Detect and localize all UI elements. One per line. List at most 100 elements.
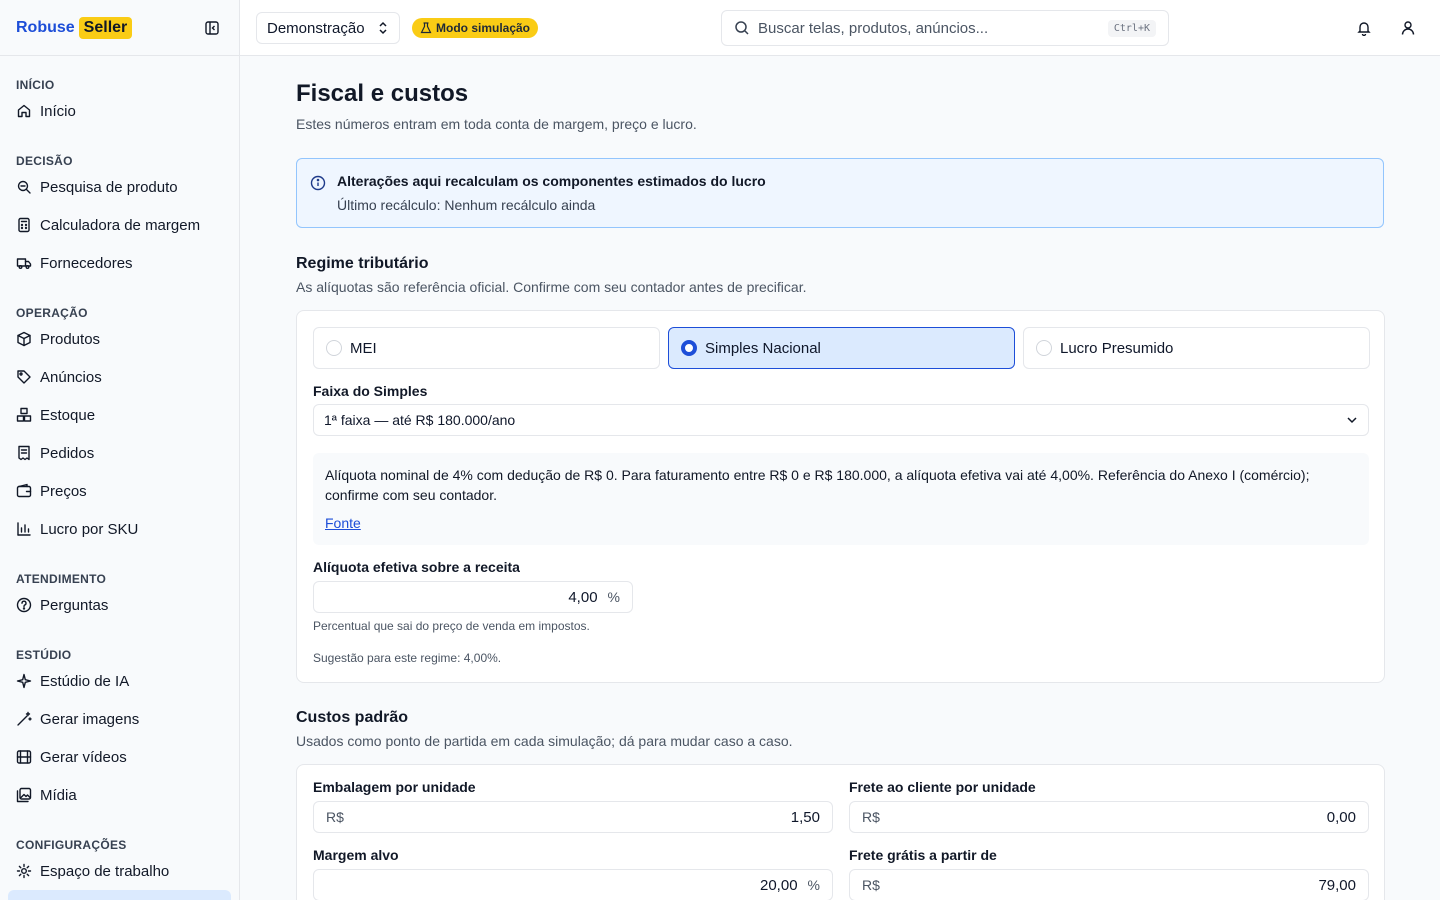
chevrons-up-down-icon xyxy=(379,21,387,35)
aliquota-hint: Percentual que sai do preço de venda em … xyxy=(313,619,590,633)
sidebar-item-label: Gerar vídeos xyxy=(40,748,127,766)
costs-card: Embalagem por unidade R$ 1,50 Frete ao c… xyxy=(296,764,1385,900)
nav-section-title: ESTÚDIO xyxy=(16,648,72,662)
frete-prefix: R$ xyxy=(862,809,880,825)
boxes-icon xyxy=(16,407,32,423)
source-link[interactable]: Fonte xyxy=(325,513,361,533)
sidebar-nav: INÍCIO Início DECISÃO Pesquisa de produto Ca… xyxy=(0,56,239,900)
sidebar-item-label: Mídia xyxy=(40,786,77,804)
sidebar-item-label: Lucro por SKU xyxy=(40,520,139,538)
topbar: Demonstração Modo simulação Ctrl+K xyxy=(240,0,1440,56)
radio-button[interactable] xyxy=(681,340,697,356)
regime-section-title: Regime tributário xyxy=(296,255,429,272)
sidebar-item-label: Calculadora de margem xyxy=(40,216,201,234)
sidebar-item-pedidos[interactable]: Pedidos xyxy=(8,434,231,472)
main-content: Fiscal e custos Estes números entram em … xyxy=(240,56,1440,900)
sidebar-item-estoque[interactable]: Estoque xyxy=(8,396,231,434)
sidebar: Robuse Seller INÍCIO Início DECISÃO Pesquis… xyxy=(0,0,240,900)
brand-logo[interactable]: Robuse Seller xyxy=(16,16,133,39)
sidebar-item-label: Perguntas xyxy=(40,596,109,614)
regime-option-label: Lucro Presumido xyxy=(1060,339,1174,357)
embalagem-label: Embalagem por unidade xyxy=(313,779,476,795)
frete-input[interactable]: R$ 0,00 xyxy=(849,801,1369,833)
aliquota-suggestion: Sugestão para este regime: 4,00%. xyxy=(313,651,502,665)
workspace-select[interactable]: Demonstração xyxy=(256,12,400,44)
simulation-badge: Modo simulação xyxy=(412,18,539,38)
sidebar-item-anuncios[interactable]: Anúncios xyxy=(8,358,231,396)
bar-chart-icon xyxy=(16,521,32,537)
sidebar-item-label: Preços xyxy=(40,482,87,500)
nav-section-title: OPERAÇÃO xyxy=(16,306,88,320)
regime-option-mei[interactable]: MEI xyxy=(313,327,660,369)
regime-section-desc: As alíquotas são referência oficial. Con… xyxy=(296,279,807,295)
sidebar-item-fornecedores[interactable]: Fornecedores xyxy=(8,244,231,282)
search-shortcut: Ctrl+K xyxy=(1107,19,1156,37)
images-icon xyxy=(16,787,32,803)
margem-input[interactable]: 20,00 % xyxy=(313,869,833,900)
frete-gratis-value: 79,00 xyxy=(1318,876,1356,894)
sidebar-item-label: Pesquisa de produto xyxy=(40,178,178,196)
sidebar-item-gerar-videos[interactable]: Gerar vídeos xyxy=(8,738,231,776)
aliquota-label: Alíquota efetiva sobre a receita xyxy=(313,559,520,575)
faixa-value: 1ª faixa — até R$ 180.000/ano xyxy=(324,412,516,428)
brand-tag: Seller xyxy=(78,16,133,39)
home-icon xyxy=(16,103,32,119)
sidebar-item-produtos[interactable]: Produtos xyxy=(8,320,231,358)
sidebar-item-inicio[interactable]: Início xyxy=(8,92,231,130)
sidebar-item-label: Pedidos xyxy=(40,444,95,462)
sidebar-item-fiscal-e-custos[interactable]: Fiscal e custos xyxy=(8,890,231,900)
aliquota-input[interactable]: 4,00 % xyxy=(313,581,633,613)
sidebar-item-label: Fornecedores xyxy=(40,254,133,272)
page-title: Fiscal e custos xyxy=(296,80,469,107)
sidebar-item-estudio-de-ia[interactable]: Estúdio de IA xyxy=(8,662,231,700)
brand-name: Robuse xyxy=(16,18,75,36)
alert-title: Alterações aqui recalculam os componente… xyxy=(337,173,766,189)
sidebar-item-label: Estoque xyxy=(40,406,96,424)
sparkles-icon xyxy=(16,673,32,689)
global-search[interactable]: Ctrl+K xyxy=(721,10,1169,46)
radio-button[interactable] xyxy=(326,340,342,356)
search-product-icon xyxy=(16,179,32,195)
sidebar-item-espaco-de-trabalho[interactable]: Espaço de trabalho xyxy=(8,852,231,890)
film-icon xyxy=(16,749,32,765)
margem-label: Margem alvo xyxy=(313,847,399,863)
chevron-down-icon xyxy=(1347,417,1357,424)
user-icon[interactable] xyxy=(1398,18,1418,38)
aliquota-suffix: % xyxy=(607,589,620,605)
nav-section-title: DECISÃO xyxy=(16,154,73,168)
calculator-icon xyxy=(16,217,32,233)
sidebar-item-label: Produtos xyxy=(40,330,101,348)
truck-icon xyxy=(16,255,32,271)
sidebar-item-label: Espaço de trabalho xyxy=(40,862,170,880)
frete-gratis-input[interactable]: R$ 79,00 xyxy=(849,869,1369,900)
embalagem-input[interactable]: R$ 1,50 xyxy=(313,801,833,833)
search-input[interactable] xyxy=(758,19,1100,37)
sidebar-item-precos[interactable]: Preços xyxy=(8,472,231,510)
radio-button[interactable] xyxy=(1036,340,1052,356)
simulation-badge-label: Modo simulação xyxy=(436,21,531,35)
costs-section-desc: Usados como ponto de partida em cada sim… xyxy=(296,733,793,749)
workspace-name: Demonstração xyxy=(267,19,365,37)
sidebar-item-lucro-por-sku[interactable]: Lucro por SKU xyxy=(8,510,231,548)
faixa-label: Faixa do Simples xyxy=(313,383,428,399)
frete-label: Frete ao cliente por unidade xyxy=(849,779,1036,795)
sidebar-toggle-icon[interactable] xyxy=(201,17,223,39)
nav-section-title: ATENDIMENTO xyxy=(16,572,107,586)
regime-card: MEI Simples Nacional Lucro Presumido Faixa… xyxy=(296,310,1385,683)
bell-icon[interactable] xyxy=(1354,18,1374,38)
regime-option-lucro-presumido[interactable]: Lucro Presumido xyxy=(1023,327,1370,369)
sidebar-item-midia[interactable]: Mídia xyxy=(8,776,231,814)
alert-description: Último recálculo: Nenhum recálculo ainda xyxy=(337,197,596,213)
sidebar-item-calculadora-de-margem[interactable]: Calculadora de margem xyxy=(8,206,231,244)
regime-options: MEI Simples Nacional Lucro Presumido xyxy=(313,327,1370,369)
regime-option-simples-nacional[interactable]: Simples Nacional xyxy=(668,327,1015,369)
sidebar-item-perguntas[interactable]: Perguntas xyxy=(8,586,231,624)
sidebar-item-gerar-imagens[interactable]: Gerar imagens xyxy=(8,700,231,738)
regime-option-label: Simples Nacional xyxy=(705,339,821,357)
sidebar-item-pesquisa-de-produto[interactable]: Pesquisa de produto xyxy=(8,168,231,206)
receipt-icon xyxy=(16,445,32,461)
recalc-alert: Alterações aqui recalculam os componente… xyxy=(296,158,1384,228)
embalagem-value: 1,50 xyxy=(790,808,820,826)
embalagem-prefix: R$ xyxy=(326,809,344,825)
faixa-select[interactable]: 1ª faixa — até R$ 180.000/ano xyxy=(313,404,1369,436)
